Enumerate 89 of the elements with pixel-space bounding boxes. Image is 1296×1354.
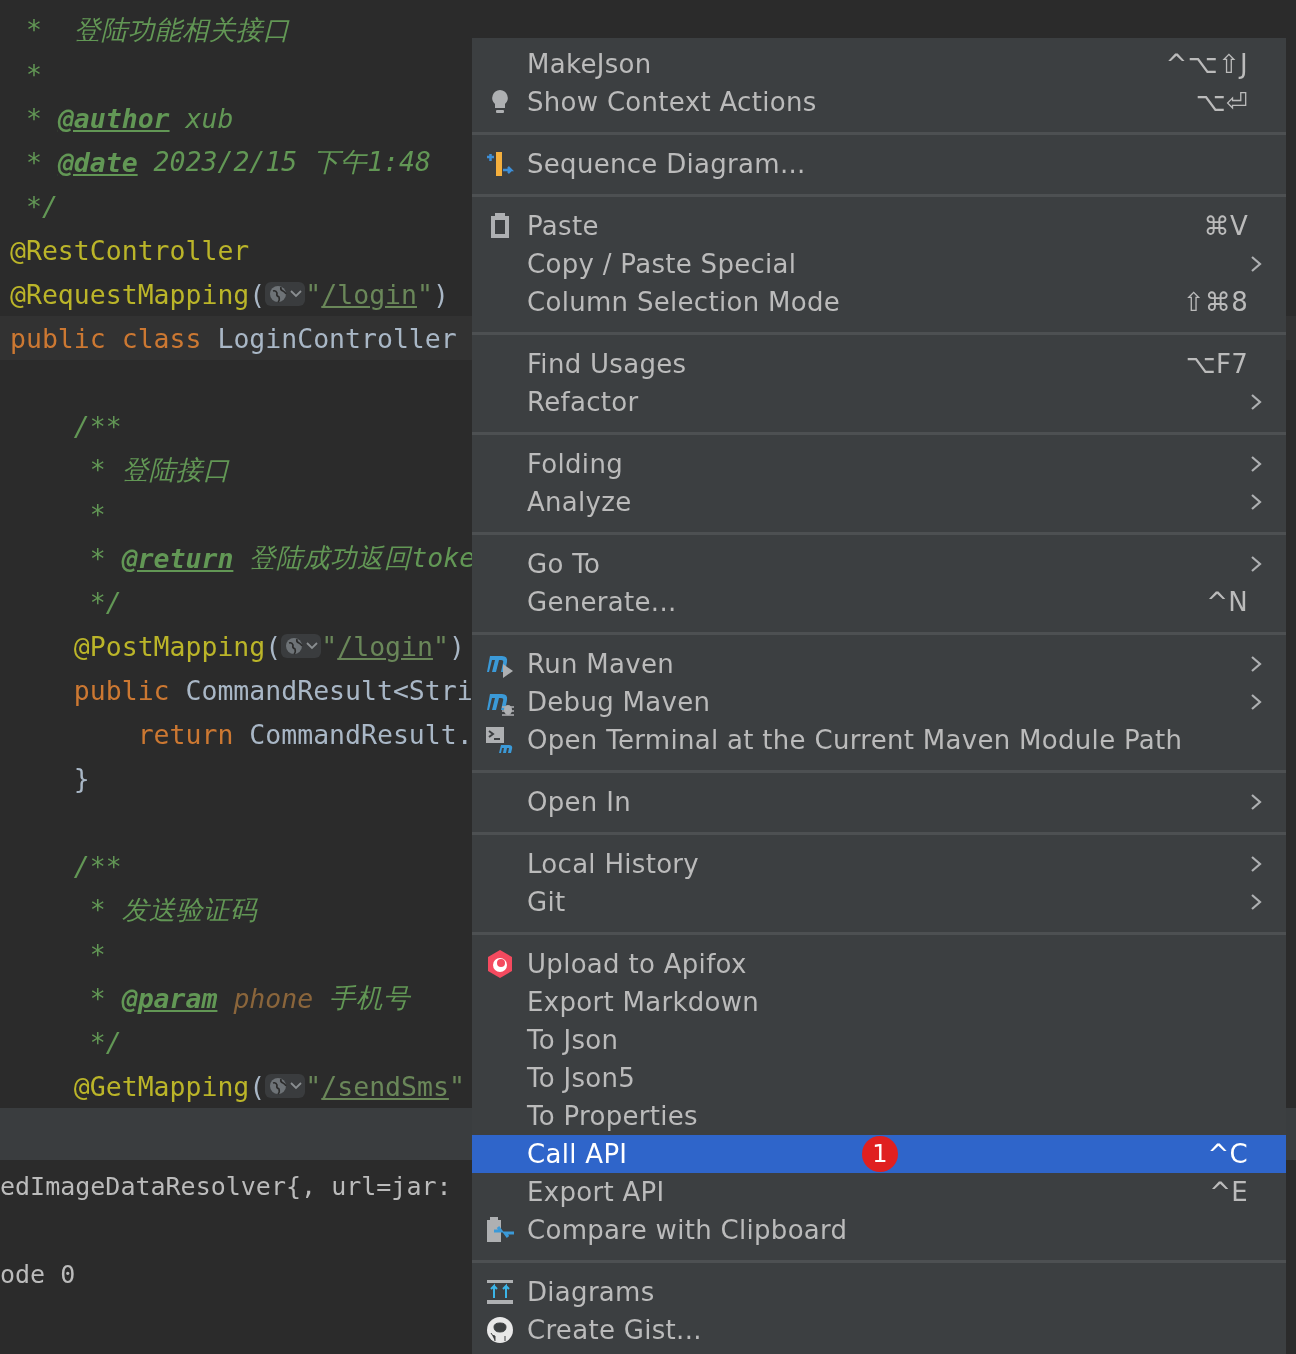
globe-dropdown-icon[interactable] [281, 634, 322, 658]
code-comment: /** [72, 410, 122, 442]
menu-item[interactable]: Find Usages ⌥F7 [472, 345, 1286, 383]
menu-item[interactable]: Sequence Diagram... [472, 145, 1286, 183]
code-comment: * [88, 498, 106, 530]
menu-item[interactable]: Column Selection Mode ⇧⌘8 [472, 283, 1286, 321]
code-comment: * [24, 102, 43, 134]
doc-tag: @date [57, 146, 138, 178]
code-comment: * 登陆接口 [88, 453, 230, 487]
menu-item[interactable]: Export API ^E [472, 1173, 1286, 1211]
code-comment: 2023/2/15 下午1:48 [152, 145, 431, 179]
menu-item[interactable]: Create Gist... [472, 1311, 1286, 1349]
globe-dropdown-icon[interactable] [265, 282, 306, 306]
code-text: LoginController [217, 322, 457, 354]
menu-item[interactable]: To Json [472, 1021, 1286, 1059]
param-name: phone [232, 982, 314, 1014]
code-comment: xub [184, 102, 234, 134]
code-comment: */ [24, 190, 58, 222]
menu-item[interactable]: Analyze [472, 483, 1286, 521]
keyword: return [136, 718, 235, 750]
code-comment: */ [88, 586, 122, 618]
annotation: @GetMapping [72, 1070, 250, 1102]
url-link[interactable]: /sendSms [321, 1070, 449, 1102]
menu-item[interactable]: To Properties [472, 1097, 1286, 1135]
menu-item[interactable]: Paste ⌘V [472, 207, 1286, 245]
step-number-badge: 1 [862, 1136, 898, 1172]
menu-item[interactable]: To Json5 [472, 1059, 1286, 1097]
code-text: ) [448, 630, 465, 662]
code-text: ( [249, 1070, 266, 1102]
doc-tag: @param [121, 982, 218, 1014]
code-text: CommandResult<Stri [185, 674, 473, 706]
menu-item[interactable]: Open In [472, 783, 1286, 821]
menu-item[interactable]: MakeJson ^⌥⇧J [472, 45, 1286, 83]
code-comment: * 发送验证码 [88, 893, 257, 927]
menu-item[interactable]: Generate... ^N [472, 583, 1286, 621]
menu-item[interactable]: Export Markdown [472, 983, 1286, 1021]
shortcut-label: ^N [1206, 587, 1248, 617]
menu-item[interactable]: Debug Maven [472, 683, 1286, 721]
code-text: CommandResult. [249, 718, 473, 750]
code-comment: * [88, 982, 107, 1014]
string-quote: " [305, 278, 322, 310]
code-comment: */ [88, 1026, 122, 1058]
menu-item[interactable]: Diagrams [472, 1273, 1286, 1311]
menu-item[interactable]: Local History [472, 845, 1286, 883]
menu-item[interactable]: Git [472, 883, 1286, 921]
shortcut-label: ^E [1209, 1177, 1248, 1207]
shortcut-label: ^C [1207, 1139, 1248, 1169]
shortcut-label: ⌥F7 [1185, 349, 1248, 379]
menu-item[interactable]: Refactor [472, 383, 1286, 421]
menu-item[interactable]: Upload to Apifox [472, 945, 1286, 983]
menu-item[interactable]: Folding [472, 445, 1286, 483]
string-quote: " [417, 278, 433, 310]
code-comment: /** [72, 850, 122, 882]
menu-item[interactable]: Run Maven [472, 645, 1286, 683]
globe-dropdown-icon[interactable] [265, 1074, 306, 1098]
keyword: public [72, 674, 171, 706]
menu-item[interactable]: Compare with Clipboard [472, 1211, 1286, 1249]
code-comment: * 登陆功能相关接口 [24, 13, 290, 47]
string-quote: " [321, 630, 338, 662]
url-link[interactable]: /login [321, 278, 417, 310]
code-text: } [72, 762, 90, 794]
menu-item[interactable]: Show Context Actions ⌥⏎ [472, 83, 1286, 121]
code-text: ( [249, 278, 266, 310]
string-quote: " [305, 1070, 322, 1102]
code-comment: 手机号 [328, 981, 411, 1015]
shortcut-label: ⇧⌘8 [1182, 287, 1248, 317]
console-output: ode 0 [0, 1259, 76, 1289]
menu-item[interactable]: Copy / Paste Special [472, 245, 1286, 283]
shortcut-label: ⌘V [1203, 211, 1248, 241]
string-quote: " [432, 630, 449, 662]
code-comment: * [88, 938, 106, 970]
code-text: ) [432, 278, 449, 310]
console-output: edImageDataResolver{, url=jar: [0, 1171, 452, 1201]
shortcut-label: ⌥⏎ [1195, 87, 1248, 117]
code-comment: * [24, 58, 42, 90]
annotation: @RestController [10, 234, 250, 266]
menu-item[interactable]: Open Terminal at the Current Maven Module Path [472, 721, 1286, 759]
code-comment: * [24, 146, 43, 178]
keyword: public class [10, 322, 203, 354]
annotation: @PostMapping [72, 630, 266, 662]
annotation: @RequestMapping [10, 278, 250, 310]
shortcut-label: ^⌥⇧J [1165, 49, 1248, 79]
code-comment: * [88, 542, 107, 574]
url-link[interactable]: /login [337, 630, 433, 662]
doc-tag: @author [57, 102, 170, 134]
code-text: ( [265, 630, 282, 662]
doc-tag: @return [121, 542, 234, 574]
menu-item[interactable]: Call API 1 ^C [472, 1135, 1286, 1173]
string-quote: " [448, 1070, 465, 1102]
